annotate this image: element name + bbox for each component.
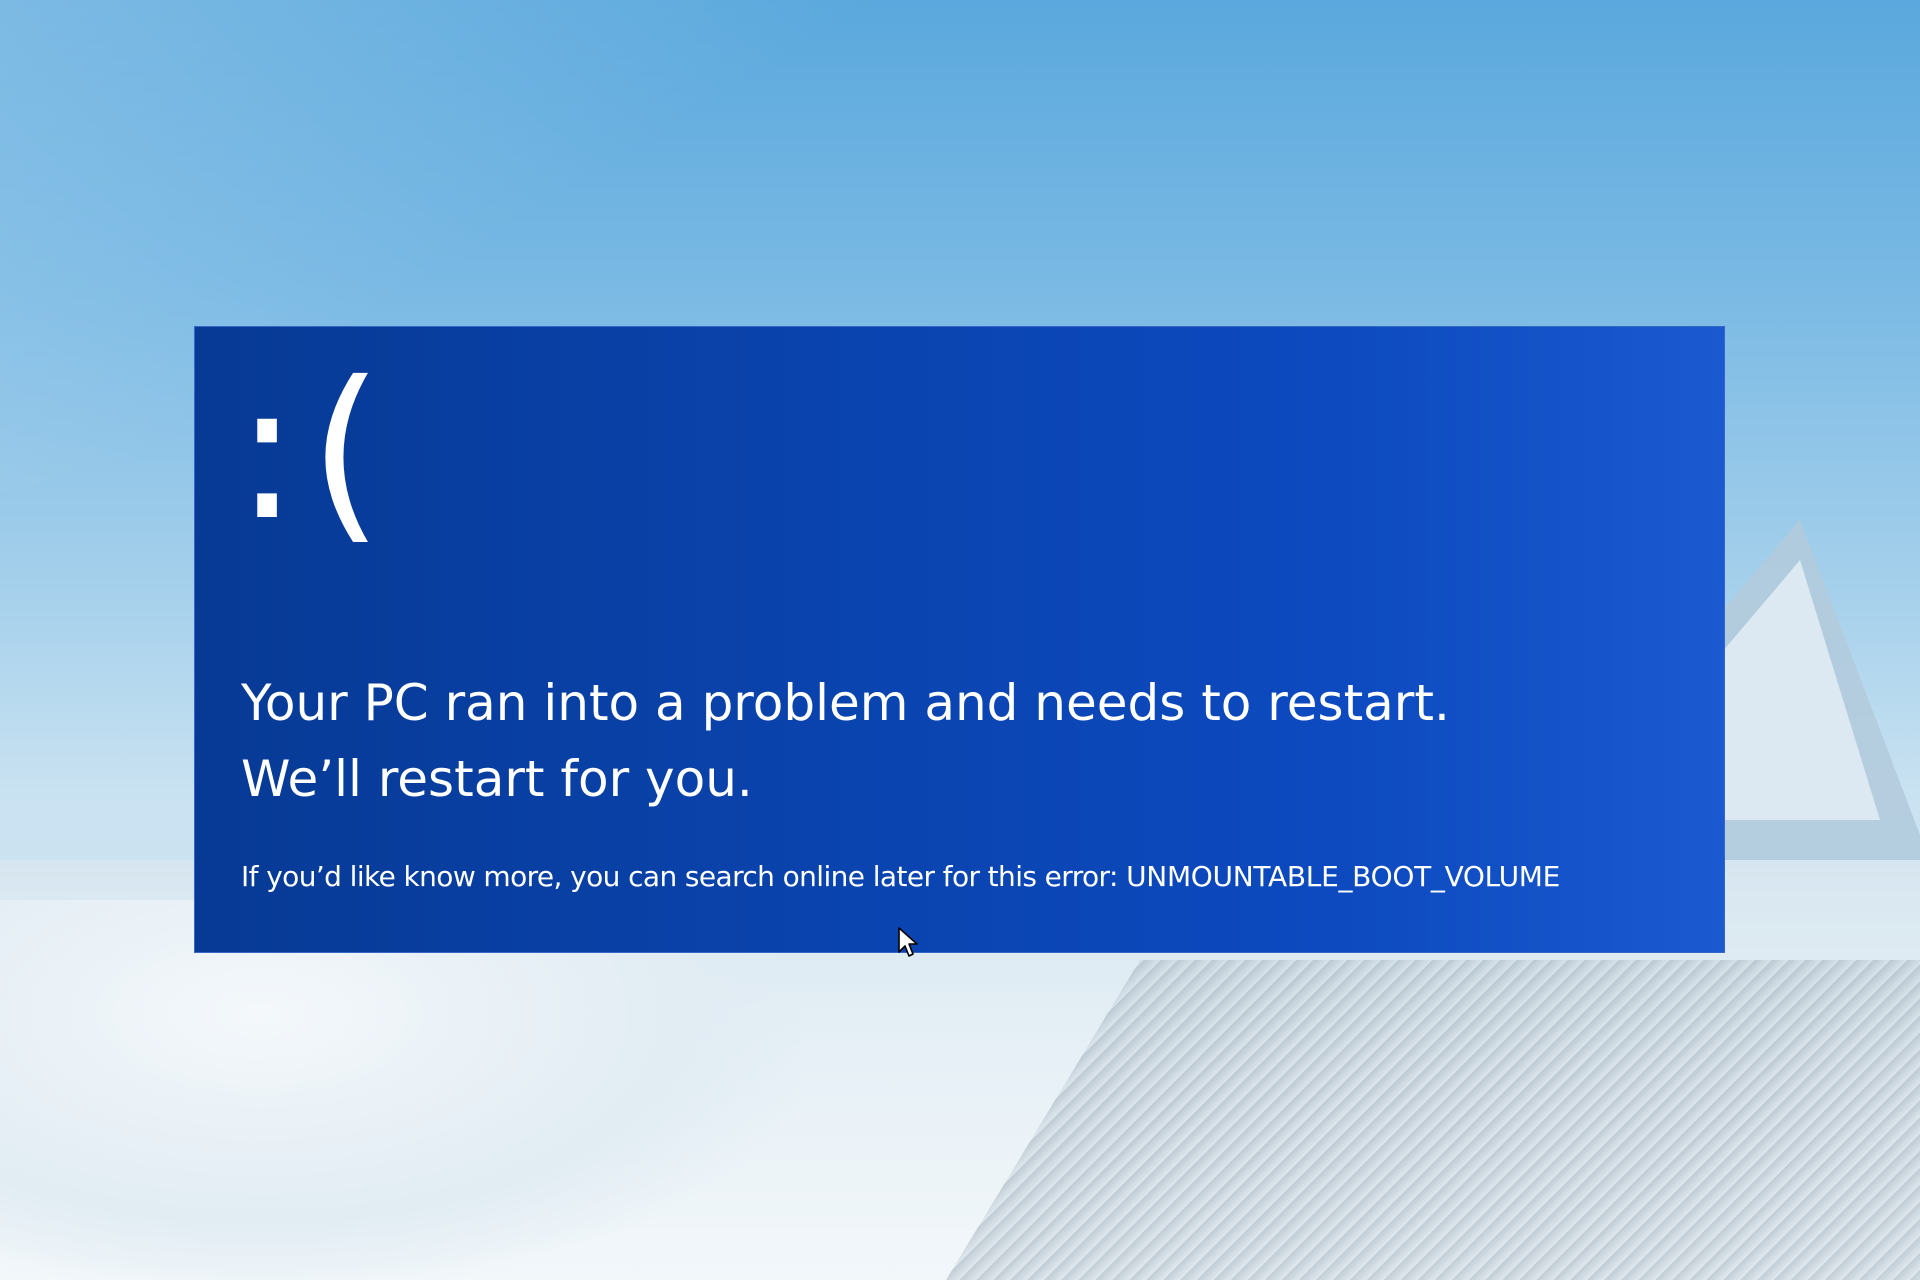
blue-screen-error-panel: :( Your PC ran into a problem and needs … [194, 326, 1725, 953]
headline-line-2: We’ll restart for you. [241, 750, 753, 808]
snow-hill-left [0, 900, 800, 1280]
stop-code: UNMOUNTABLE_BOOT_VOLUME [1126, 860, 1561, 893]
headline-line-1: Your PC ran into a problem and needs to … [241, 674, 1450, 732]
error-info-text: If you’d like know more, you can search … [241, 857, 1560, 897]
mouse-pointer-icon [898, 927, 918, 957]
error-headline: Your PC ran into a problem and needs to … [241, 665, 1450, 817]
info-prefix: If you’d like know more, you can search … [241, 860, 1127, 893]
sad-face-emoticon: :( [235, 341, 394, 562]
desktop-background: :( Your PC ran into a problem and needs … [0, 0, 1920, 1280]
